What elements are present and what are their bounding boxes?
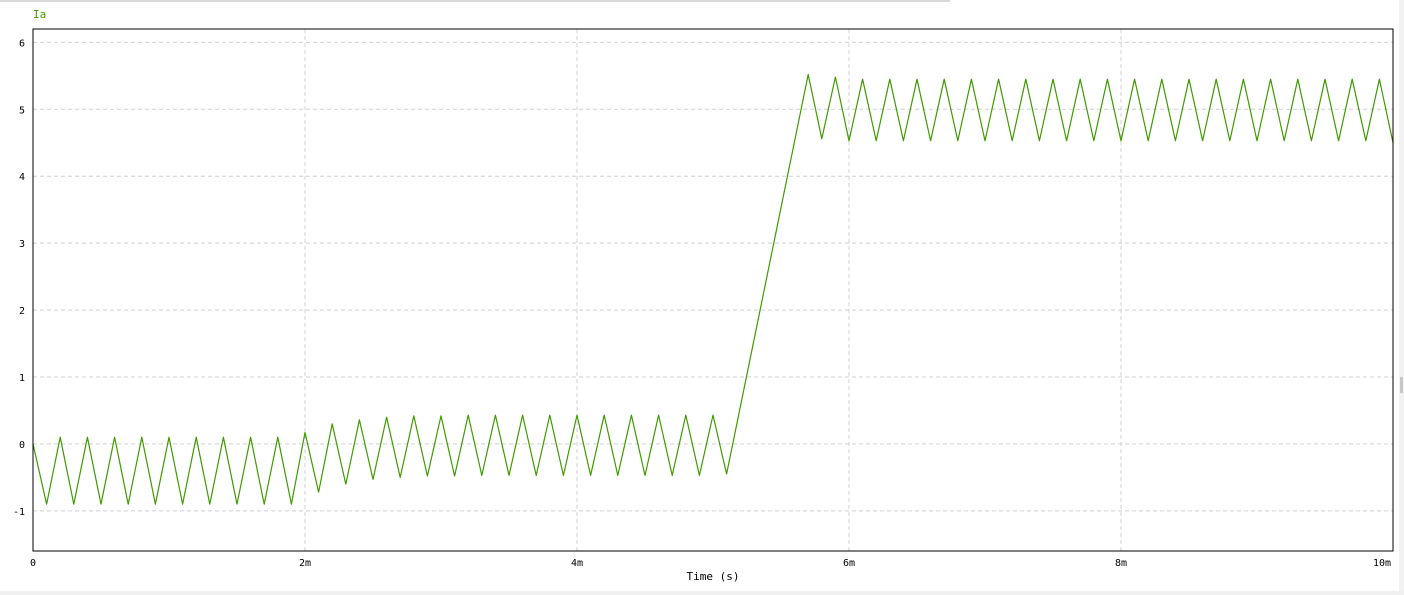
plot-area	[33, 29, 1393, 551]
y-tick-label: 0	[19, 440, 25, 451]
window-right-edge	[1399, 0, 1404, 595]
x-axis-label: Time (s)	[687, 570, 740, 583]
window-bottom-edge	[0, 591, 1404, 595]
x-tick-label: 6m	[843, 558, 855, 569]
resize-grip[interactable]	[1400, 377, 1403, 393]
x-tick-label: 10m	[1373, 558, 1391, 569]
y-tick-label: 4	[19, 172, 25, 183]
y-tick-label: 3	[19, 239, 25, 250]
x-tick-label: 2m	[299, 558, 311, 569]
plot-window: 0 2m 4m 6m 8m 10m -1 0 1 2 3 4 5 6 Ia Time (s)	[0, 0, 1404, 595]
x-tick-label: 8m	[1115, 558, 1127, 569]
y-tick-label: -1	[13, 507, 25, 518]
y-tick-label: 2	[19, 306, 25, 317]
y-tick-label: 6	[19, 38, 25, 49]
y-tick-label: 5	[19, 105, 25, 116]
y-tick-label: 1	[19, 373, 25, 384]
x-tick-label: 4m	[571, 558, 583, 569]
legend-entry-ia: Ia	[33, 8, 46, 21]
chart: 0 2m 4m 6m 8m 10m -1 0 1 2 3 4 5 6 Ia Time (s)	[13, 8, 1394, 583]
x-tick-label: 0	[30, 558, 36, 569]
